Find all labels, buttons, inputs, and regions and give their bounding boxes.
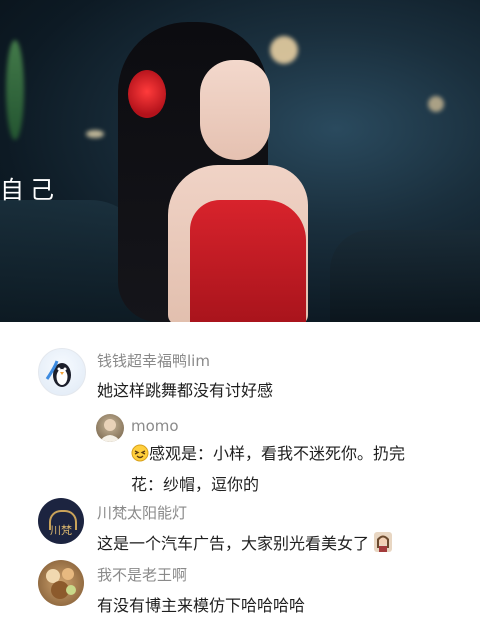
- comment-list: 钱钱超幸福鸭lim 她这样跳舞都没有讨好感 momo 感观是：小样，看我不迷死你…: [0, 322, 480, 641]
- reply-text: 感观是：小样，看我不迷死你。扔完花：纱帽，逗你的: [131, 440, 431, 499]
- red-dress: [190, 200, 306, 322]
- user-photo-icon: [99, 419, 121, 442]
- car-silhouette: [330, 230, 480, 322]
- food-photo-icon: [46, 568, 76, 599]
- lady-sticker-icon: [374, 532, 393, 556]
- reply-body: 感观是：小样，看我不迷死你。扔完花：纱帽，逗你的: [131, 444, 406, 494]
- reply-avatar[interactable]: [96, 414, 124, 442]
- bokeh-light: [6, 40, 24, 140]
- comment-text: 有没有博主来模仿下哈哈哈哈: [97, 596, 306, 615]
- red-flower: [128, 70, 166, 118]
- video-subtitle: 自己: [0, 176, 60, 204]
- comment-username[interactable]: 川梵太阳能灯: [97, 502, 187, 523]
- bokeh-light: [428, 96, 444, 112]
- comment-username[interactable]: 钱钱超幸福鸭lim: [97, 350, 210, 371]
- comment-body: 这是一个汽车广告，大家别光看美女了: [97, 534, 370, 553]
- video-frame[interactable]: 自己: [0, 0, 480, 322]
- user-avatar[interactable]: [38, 560, 84, 606]
- brand-logo-text: 川梵: [50, 524, 72, 537]
- user-avatar[interactable]: [38, 348, 86, 396]
- squinting-face-icon: [131, 443, 149, 471]
- penguin-icon: [45, 360, 71, 387]
- bokeh-light: [86, 130, 104, 138]
- brand-avatar[interactable]: 川梵: [38, 498, 84, 544]
- bokeh-light: [270, 36, 298, 64]
- comment-text: 她这样跳舞都没有讨好感: [97, 381, 274, 400]
- comment-text: 这是一个汽车广告，大家别光看美女了: [97, 530, 393, 556]
- woman-face: [200, 60, 270, 160]
- reply-username[interactable]: momo: [131, 417, 179, 435]
- comment-username[interactable]: 我不是老王啊: [97, 564, 187, 585]
